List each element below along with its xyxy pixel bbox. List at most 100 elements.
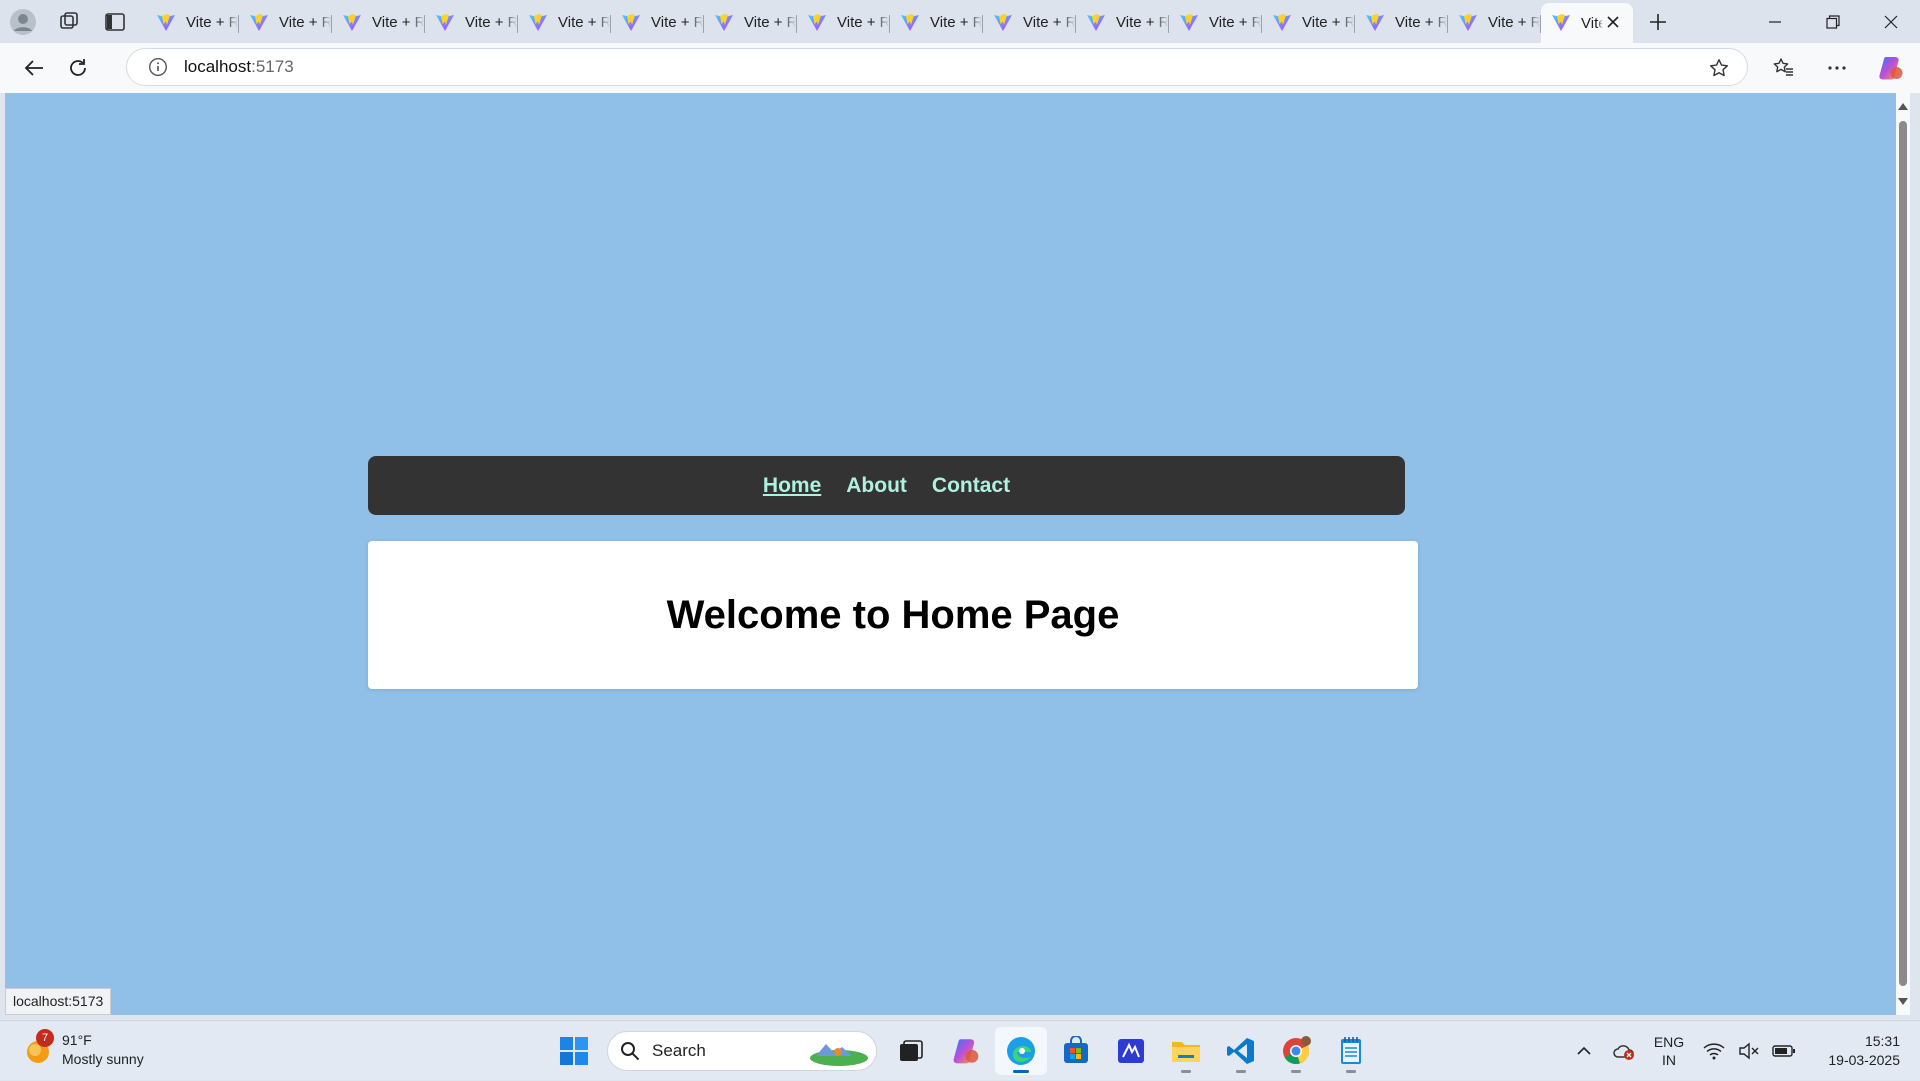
- volume-status[interactable]: [1734, 1031, 1764, 1071]
- vite-logo-icon: [436, 13, 454, 31]
- taskbar-search[interactable]: Search: [607, 1031, 877, 1071]
- close-window-button[interactable]: [1862, 0, 1920, 43]
- page-viewport: Home About Contact Welcome to Home Page: [5, 93, 1896, 1015]
- browser-tab[interactable]: Vite + React: [425, 6, 518, 40]
- tab-title: Vite + React: [1116, 14, 1168, 31]
- tab-title: Vite + React: [1023, 14, 1075, 31]
- search-placeholder: Search: [652, 1041, 706, 1060]
- notepad-icon: [1341, 1037, 1361, 1064]
- browser-tab[interactable]: Vite + React: [611, 6, 704, 40]
- windows-logo-icon: [560, 1037, 588, 1065]
- browser-tab[interactable]: Vite + React: [518, 6, 611, 40]
- search-icon: [621, 1042, 640, 1061]
- clock[interactable]: 15:31 19-03-2025: [1804, 1032, 1900, 1070]
- browser-tab[interactable]: Vite + React: [983, 6, 1076, 40]
- taskbar-app-store[interactable]: [1050, 1027, 1102, 1075]
- tab-title: Vite + React: [372, 14, 424, 31]
- running-indicator: [1291, 1070, 1301, 1073]
- favorites-button[interactable]: [1756, 48, 1810, 88]
- browser-tab[interactable]: Vite + React: [890, 6, 983, 40]
- refresh-button[interactable]: [56, 48, 100, 88]
- tab-strip: Vite + React Vite + React Vite + React Vite…: [0, 0, 1920, 43]
- network-status[interactable]: [1694, 1031, 1734, 1071]
- nav-link-home[interactable]: Home: [763, 474, 821, 498]
- running-indicator: [1236, 1070, 1246, 1073]
- address-bar[interactable]: localhost:5173: [126, 48, 1748, 86]
- edge-icon: [1007, 1037, 1035, 1065]
- weather-widget[interactable]: 7 91°F Mostly sunny: [24, 1029, 144, 1069]
- running-indicator: [1013, 1070, 1029, 1073]
- more-options-button[interactable]: [1810, 48, 1864, 88]
- vite-logo-icon: [994, 13, 1012, 31]
- browser-tab[interactable]: Vite + React: [332, 6, 425, 40]
- copilot-button[interactable]: [1864, 48, 1918, 88]
- battery-status[interactable]: [1764, 1031, 1804, 1071]
- onedrive-status[interactable]: [1604, 1031, 1644, 1071]
- taskbar-app-chrome[interactable]: [1270, 1027, 1322, 1075]
- taskbar-app-notepad[interactable]: [1325, 1027, 1377, 1075]
- vite-logo-icon: [1552, 14, 1570, 31]
- window-edge: [1910, 93, 1920, 1015]
- scroll-down-arrow-icon[interactable]: [1898, 998, 1908, 1005]
- vite-logo-icon: [1366, 13, 1384, 31]
- site-info-icon[interactable]: [148, 57, 168, 77]
- vite-logo-icon: [529, 13, 547, 31]
- vite-logo-icon: [808, 13, 826, 31]
- browser-tab[interactable]: Vite + React: [1076, 6, 1169, 40]
- profile-icon: [10, 8, 36, 35]
- favorite-star-icon[interactable]: [1709, 58, 1729, 78]
- tab-actions-button[interactable]: [92, 0, 138, 43]
- browser-toolbar: localhost:5173: [0, 43, 1920, 93]
- browser-tab[interactable]: Vite + React: [1169, 6, 1262, 40]
- taskbar-app-editor[interactable]: [1105, 1027, 1157, 1075]
- weather-temp: 91°F: [62, 1032, 92, 1048]
- chevron-up-icon: [1577, 1046, 1591, 1055]
- profile-button[interactable]: [0, 0, 46, 43]
- browser-tab[interactable]: Vite + React: [146, 6, 239, 40]
- tab-title: Vite + React: [279, 14, 331, 31]
- new-tab-button[interactable]: [1633, 0, 1683, 43]
- nav-link-about[interactable]: About: [846, 474, 907, 498]
- taskbar-app-vscode[interactable]: [1215, 1027, 1267, 1075]
- workspaces-button[interactable]: [46, 0, 92, 43]
- back-button[interactable]: [12, 48, 56, 88]
- show-hidden-icons-button[interactable]: [1564, 1031, 1604, 1071]
- browser-tab[interactable]: Vite + React: [239, 6, 332, 40]
- nav-link-contact[interactable]: Contact: [932, 474, 1010, 498]
- tab-title: Vite + React: [651, 14, 703, 31]
- browser-tab[interactable]: Vite + React: [797, 6, 890, 40]
- input-language[interactable]: ENG IN: [1644, 1033, 1694, 1069]
- start-button[interactable]: [548, 1027, 600, 1075]
- page-scrollbar[interactable]: [1896, 93, 1910, 1015]
- weather-badge: 7: [36, 1029, 54, 1047]
- browser-tab-active[interactable]: Vite + React: [1541, 3, 1633, 43]
- running-indicator: [1181, 1070, 1191, 1073]
- browser-tab[interactable]: Vite + React: [1262, 6, 1355, 40]
- taskbar-app-copilot[interactable]: [940, 1027, 992, 1075]
- clock-date: 19-03-2025: [1828, 1052, 1900, 1068]
- browser-tab[interactable]: Vite + React: [704, 6, 797, 40]
- search-highlight-icon: [810, 1044, 868, 1066]
- close-tab-icon[interactable]: [1605, 14, 1621, 30]
- taskbar-app-edge[interactable]: [995, 1027, 1047, 1075]
- tab-title: Vite + React: [744, 14, 796, 31]
- editor-app-icon: [1118, 1039, 1144, 1063]
- browser-tab[interactable]: Vite + React: [1355, 6, 1448, 40]
- content-card: Welcome to Home Page: [368, 541, 1418, 689]
- browser-tab[interactable]: Vite + React: [1448, 6, 1541, 40]
- taskbar-app-file-explorer[interactable]: [1160, 1027, 1212, 1075]
- refresh-icon: [70, 59, 86, 76]
- scroll-up-arrow-icon[interactable]: [1898, 103, 1908, 110]
- restore-button[interactable]: [1804, 0, 1862, 43]
- taskbar-app-task-view[interactable]: [885, 1027, 937, 1075]
- vite-logo-icon: [1459, 13, 1477, 31]
- copilot-icon: [1879, 57, 1903, 80]
- copilot-app-icon: [953, 1039, 979, 1064]
- tab-title: Vite + React: [1302, 14, 1354, 31]
- scrollbar-thumb[interactable]: [1899, 121, 1907, 986]
- weather-text: 91°F Mostly sunny: [62, 1031, 144, 1069]
- minimize-button[interactable]: [1746, 0, 1804, 43]
- workspaces-icon: [60, 11, 78, 29]
- vite-logo-icon: [901, 13, 919, 31]
- store-icon: [1064, 1036, 1088, 1063]
